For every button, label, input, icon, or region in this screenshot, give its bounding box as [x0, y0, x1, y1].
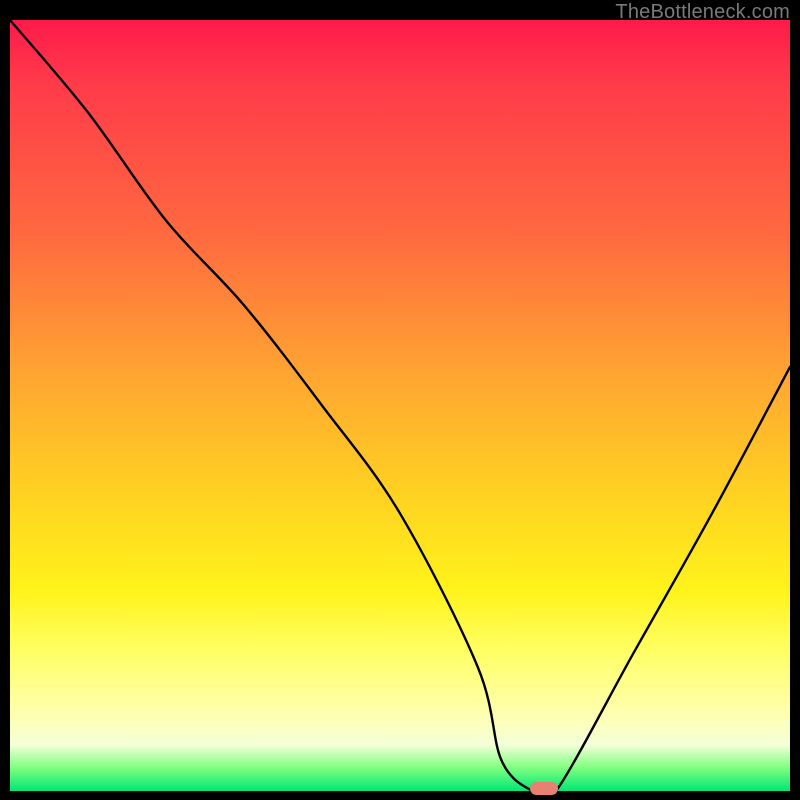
plot-area — [10, 20, 790, 791]
bottleneck-curve — [10, 20, 790, 791]
optimum-marker — [530, 782, 558, 795]
curve-path — [10, 20, 790, 800]
chart-frame: TheBottleneck.com — [0, 0, 800, 800]
